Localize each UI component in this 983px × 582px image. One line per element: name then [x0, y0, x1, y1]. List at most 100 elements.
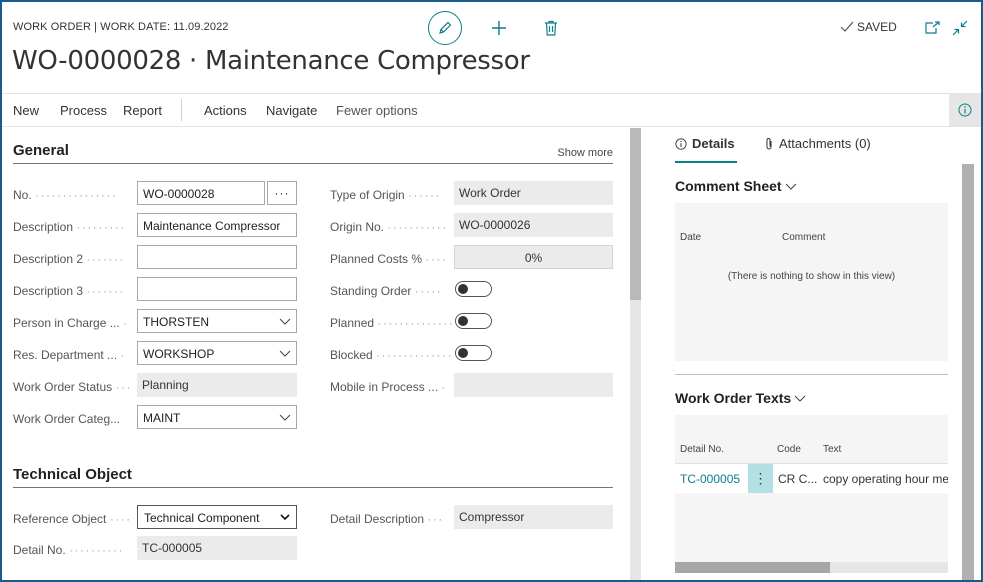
comment-empty-message: (There is nothing to show in this view) — [727, 271, 896, 282]
saved-status: SAVED — [840, 20, 897, 34]
comment-sheet-title-label: Comment Sheet — [675, 178, 782, 194]
tab-attachments[interactable]: Attachments (0) — [764, 136, 871, 151]
detail-no-value: TC-000005 — [137, 536, 297, 560]
description2-input[interactable] — [137, 245, 297, 269]
comment-col-comment[interactable]: Comment — [782, 232, 825, 243]
paperclip-icon — [766, 137, 772, 149]
work-order-status-label: Work Order Status ··· — [13, 380, 132, 394]
reference-object-select[interactable]: Technical Component — [137, 505, 297, 529]
main-form: General Show more No. ··············· WO… — [2, 128, 630, 580]
collapse-icon — [952, 20, 968, 36]
person-in-charge-value: THORSTEN — [143, 315, 209, 329]
reference-object-value: Technical Component — [144, 511, 260, 525]
standing-order-label: Standing Order ····· — [330, 284, 443, 298]
page-caption: WORK ORDER | WORK DATE: 11.09.2022 — [13, 21, 229, 33]
open-new-window-button[interactable] — [920, 16, 944, 40]
page-header: WORK ORDER | WORK DATE: 11.09.2022 WO-00… — [2, 2, 981, 94]
checkmark-icon — [840, 21, 854, 32]
row-text: copy operating hour me — [823, 472, 948, 486]
row-code: CR C... — [778, 472, 818, 486]
action-new[interactable]: New — [13, 103, 39, 118]
no-assist-edit-button[interactable]: ··· — [267, 181, 297, 205]
res-department-label: Res. Department ... · — [13, 348, 126, 362]
general-section-header[interactable]: General Show more — [13, 140, 613, 164]
comment-sheet-list: Date Comment (There is nothing to show i… — [675, 203, 948, 361]
edit-button[interactable] — [428, 11, 462, 45]
technical-object-section-title: Technical Object — [13, 466, 132, 483]
person-in-charge-label: Person in Charge ... · — [13, 316, 129, 330]
detail-description-value: Compressor — [454, 505, 613, 529]
description-input[interactable]: Maintenance Compressor — [137, 213, 297, 237]
saved-label: SAVED — [857, 20, 897, 34]
plus-icon — [492, 21, 506, 35]
blocked-toggle[interactable] — [455, 345, 492, 361]
detail-no-label: Detail No. ·········· — [13, 543, 124, 557]
action-report[interactable]: Report — [123, 103, 162, 118]
texts-col-code[interactable]: Code — [777, 444, 801, 455]
work-order-category-label: Work Order Categ... — [13, 412, 121, 426]
planned-costs-value: 0% — [454, 245, 613, 269]
reference-object-label: Reference Object ···· — [13, 512, 132, 526]
main-scrollbar[interactable] — [630, 128, 641, 580]
texts-col-text[interactable]: Text — [823, 444, 841, 455]
action-navigate[interactable]: Navigate — [266, 103, 317, 118]
standing-order-toggle[interactable] — [455, 281, 492, 297]
description3-input[interactable] — [137, 277, 297, 301]
no-label: No. ··············· — [13, 188, 118, 202]
blocked-label: Blocked ··············· — [330, 348, 452, 362]
mobile-in-process-label: Mobile in Process ... · — [330, 380, 447, 394]
no-input[interactable]: WO-0000028 — [137, 181, 265, 205]
action-actions[interactable]: Actions — [204, 103, 247, 118]
work-order-status-value: Planning — [137, 373, 297, 397]
active-tab-indicator — [675, 161, 737, 163]
res-department-dropdown[interactable]: WORKSHOP — [137, 341, 297, 365]
origin-no-value: WO-0000026 — [454, 213, 613, 237]
comment-col-date[interactable]: Date — [680, 232, 701, 243]
pencil-icon — [439, 21, 452, 34]
technical-object-section-header[interactable]: Technical Object — [13, 464, 613, 488]
texts-scrollbar-thumb[interactable] — [675, 562, 830, 573]
mobile-in-process-value — [454, 373, 613, 397]
tab-details[interactable]: Details — [675, 136, 735, 151]
row-actions-button[interactable]: ⋮ — [748, 464, 773, 493]
open-in-new-window-icon — [925, 21, 940, 34]
origin-no-label: Origin No. ··········· — [330, 220, 448, 234]
collapse-button[interactable] — [948, 16, 972, 40]
new-record-button[interactable] — [487, 16, 511, 40]
factbox-scrollbar[interactable] — [962, 164, 974, 580]
main-scrollbar-thumb[interactable] — [630, 128, 641, 300]
window-frame: WORK ORDER | WORK DATE: 11.09.2022 WO-00… — [0, 0, 983, 582]
res-department-value: WORKSHOP — [143, 347, 215, 361]
general-section-title: General — [13, 142, 69, 159]
comment-sheet-title[interactable]: Comment Sheet — [675, 178, 797, 194]
work-order-texts-title-label: Work Order Texts — [675, 390, 792, 406]
show-more-link[interactable]: Show more — [557, 147, 613, 159]
texts-horizontal-scrollbar[interactable] — [675, 562, 948, 573]
part-divider — [675, 374, 948, 375]
chevron-down-icon — [279, 350, 291, 357]
description-label: Description ········· — [13, 220, 126, 234]
info-icon — [675, 137, 687, 150]
texts-col-detail-no[interactable]: Detail No. — [680, 444, 724, 455]
type-of-origin-label: Type of Origin ······ — [330, 188, 442, 202]
work-order-category-dropdown[interactable]: MAINT — [137, 405, 297, 429]
work-order-category-value: MAINT — [143, 411, 181, 425]
table-row[interactable]: TC-000005 ⋮ CR C... copy operating hour … — [675, 463, 948, 493]
work-order-texts-title[interactable]: Work Order Texts — [675, 390, 806, 406]
factbox-pane: Details Attachments (0) Comment Sheet Da… — [660, 128, 981, 580]
planned-toggle[interactable] — [455, 313, 492, 329]
chevron-down-icon — [279, 318, 291, 325]
chevron-down-icon — [794, 395, 806, 402]
tab-attachments-label: Attachments (0) — [779, 136, 871, 151]
person-in-charge-dropdown[interactable]: THORSTEN — [137, 309, 297, 333]
delete-button[interactable] — [539, 16, 563, 40]
type-of-origin-value: Work Order — [454, 181, 613, 205]
chevron-down-icon — [280, 514, 290, 521]
action-process[interactable]: Process — [60, 103, 107, 118]
tab-details-label: Details — [692, 136, 735, 151]
row-detail-no[interactable]: TC-000005 — [680, 472, 746, 486]
action-fewer-options[interactable]: Fewer options — [336, 103, 418, 118]
factbox-toggle-button[interactable] — [949, 94, 981, 126]
info-icon — [958, 103, 972, 117]
chevron-down-icon — [279, 414, 291, 421]
